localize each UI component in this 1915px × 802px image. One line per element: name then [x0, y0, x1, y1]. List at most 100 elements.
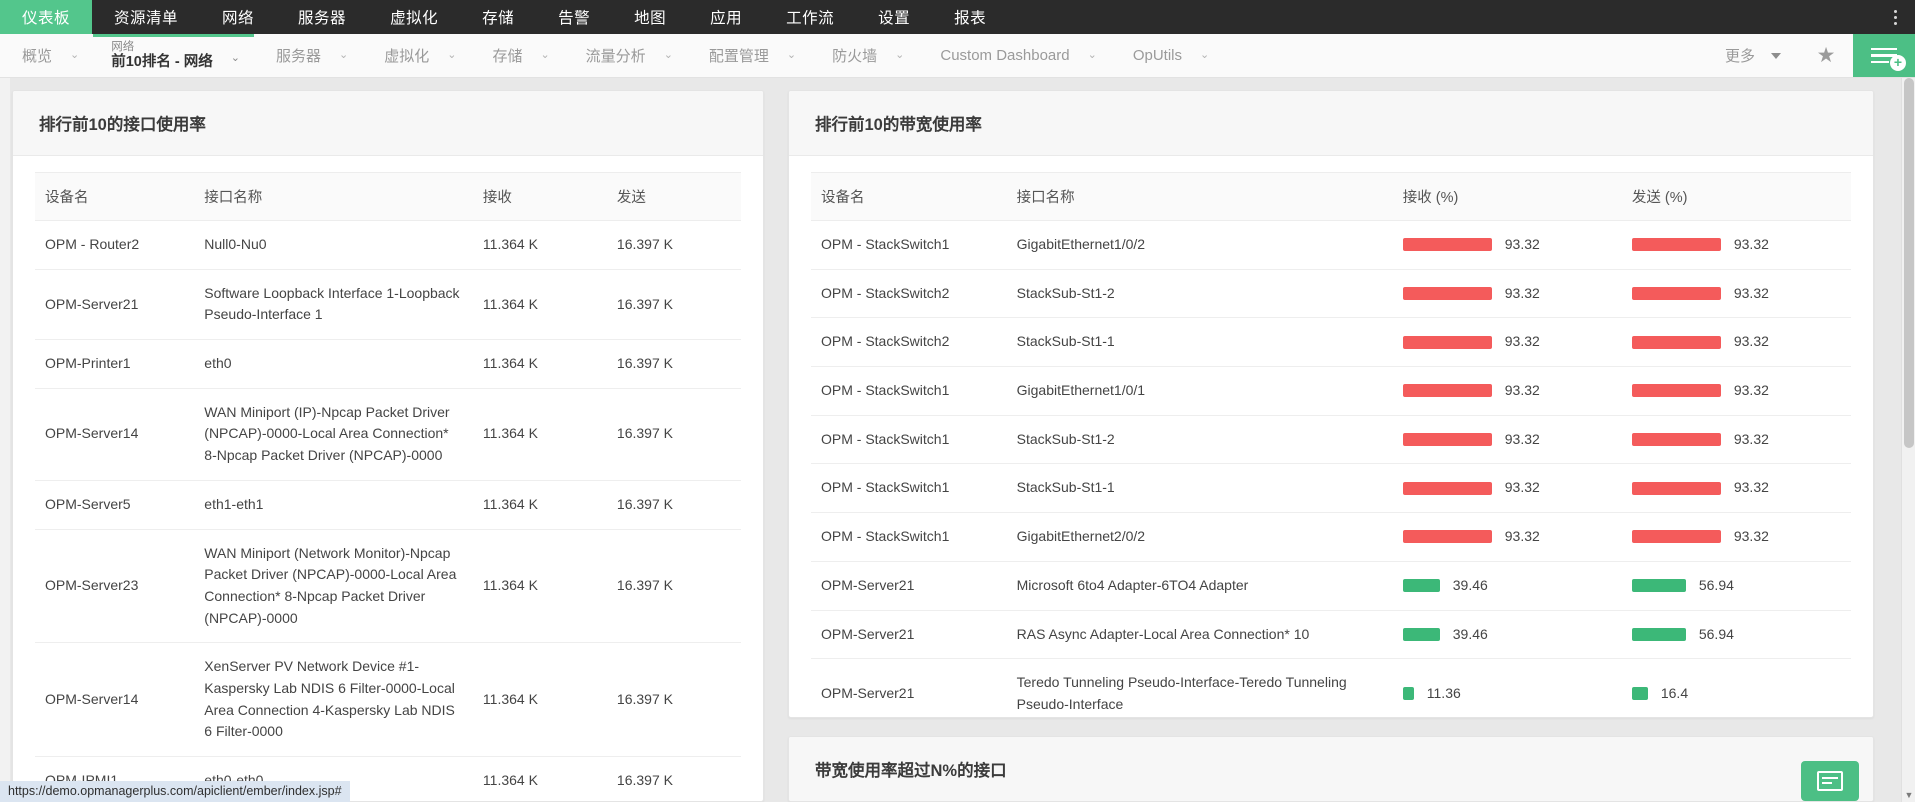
topnav-item-5[interactable]: 存储	[460, 0, 536, 34]
topnav-item-11[interactable]: 报表	[932, 0, 1008, 34]
table-body-right: OPM - StackSwitch1 GigabitEthernet1/0/2 93…	[811, 220, 1851, 718]
subnav-item-7[interactable]: Custom Dashboard ⌄	[918, 34, 1110, 77]
tx-bar	[1631, 687, 1648, 701]
subnav-item-5[interactable]: 配置管理 ⌄	[687, 34, 810, 77]
table-row[interactable]: OPM-Server21 RAS Async Adapter-Local Area…	[811, 610, 1851, 660]
page-scrollbar[interactable]: ▲ ▼	[1901, 78, 1915, 802]
table-row[interactable]: OPM-Server21 Software Loopback Interface …	[35, 269, 741, 341]
subnav-spacer	[1223, 34, 1707, 77]
subnav-item-overview[interactable]: 概览 ⌄	[0, 34, 93, 77]
percent-value: 11.36	[1426, 685, 1461, 702]
topnav-item-7[interactable]: 地图	[612, 0, 688, 34]
topnav-item-3[interactable]: 服务器	[276, 0, 368, 34]
percent-cell: 93.32	[1631, 429, 1841, 451]
chevron-down-icon: ⌄	[230, 52, 240, 64]
cell-rx-percent: 11.36	[1393, 659, 1622, 717]
percent-cell: 11.36	[1402, 683, 1612, 705]
column-header-device[interactable]: 设备名	[35, 172, 195, 221]
add-widget-button[interactable]: +	[1853, 34, 1915, 77]
scrollbar-thumb[interactable]	[1904, 78, 1914, 448]
scroll-down-arrow-icon[interactable]: ▼	[1902, 788, 1915, 802]
column-header-rx[interactable]: 接收	[472, 172, 607, 221]
subnav-item-2[interactable]: 虚拟化 ⌄	[362, 34, 470, 77]
table-row[interactable]: OPM-Server14 WAN Miniport (IP)-Npcap Pack…	[35, 388, 741, 481]
cell-rx-percent: 93.32	[1392, 317, 1622, 368]
chevron-down-icon: ⌄	[895, 49, 905, 61]
breadcrumb: 网络	[111, 41, 135, 53]
tx-bar	[1631, 287, 1721, 301]
favorite-star-icon[interactable]: ★	[1799, 34, 1853, 77]
table-row[interactable]: OPM - StackSwitch1 StackSub-St1-1 93.32 93.…	[811, 463, 1851, 514]
table-row[interactable]: OPM-Server5 eth1-eth1 11.364 K 16.397 K	[35, 480, 741, 530]
table-row[interactable]: OPM - StackSwitch1 StackSub-St1-2 93.32 93.…	[811, 415, 1851, 465]
percent-cell: 93.32	[1631, 234, 1841, 256]
chevron-down-icon: ⌄	[1087, 49, 1097, 61]
plus-badge-icon: +	[1890, 55, 1906, 71]
subnav-item-4[interactable]: 流量分析 ⌄	[564, 34, 687, 77]
percent-cell: 93.32	[1402, 380, 1612, 402]
table-row[interactable]: OPM - Router2 Null0-Nu0 11.364 K 16.397 K	[35, 220, 741, 270]
percent-value: 93.32	[1733, 333, 1769, 350]
cell-device: OPM - StackSwitch1	[811, 220, 1007, 270]
topnav-item-4[interactable]: 虚拟化	[368, 0, 460, 34]
column-header-rx-percent[interactable]: 接收 (%)	[1392, 172, 1622, 221]
column-header-device[interactable]: 设备名	[811, 172, 1007, 221]
cell-rx: 11.364 K	[472, 756, 607, 801]
card-bandwidth-over-threshold: 带宽使用率超过N%的接口	[788, 736, 1874, 802]
table-row[interactable]: OPM-Server14 XenServer PV Network Device …	[35, 642, 741, 757]
topnav-item-2[interactable]: 网络	[200, 0, 276, 34]
table-row[interactable]: OPM-Server21 Microsoft 6to4 Adapter-6TO4 …	[811, 561, 1851, 611]
column-header-interface[interactable]: 接口名称	[194, 172, 473, 221]
percent-value: 16.4	[1660, 685, 1689, 702]
percent-cell: 93.32	[1402, 283, 1612, 305]
subnav-item-3[interactable]: 存储 ⌄	[470, 34, 563, 77]
triangle-down-icon	[1771, 52, 1781, 59]
topnav-item-8[interactable]: 应用	[688, 0, 764, 34]
column-header-tx[interactable]: 发送	[606, 172, 741, 221]
topnav-item-0[interactable]: 仪表板	[0, 0, 93, 34]
tx-bar	[1631, 433, 1721, 447]
card-title-bottom: 带宽使用率超过N%的接口	[789, 737, 1873, 802]
table-row[interactable]: OPM-Server23 WAN Miniport (Network Monito…	[35, 529, 741, 644]
more-vertical-icon[interactable]	[1881, 0, 1909, 34]
table-row[interactable]: OPM - StackSwitch2 StackSub-St1-2 93.32 93.…	[811, 269, 1851, 319]
cell-device: OPM-Server21	[811, 610, 1007, 660]
topnav-item-1[interactable]: 资源清单	[92, 0, 200, 34]
cell-interface: Teredo Tunneling Pseudo-Interface-Teredo…	[1016, 674, 1347, 712]
column-header-interface[interactable]: 接口名称	[1006, 172, 1393, 221]
cell-interface: Software Loopback Interface 1-Loopback P…	[194, 269, 473, 341]
table-row[interactable]: OPM-Server21 Teredo Tunneling Pseudo-Inte…	[811, 659, 1851, 717]
percent-value: 56.94	[1698, 576, 1734, 593]
tx-bar	[1631, 384, 1721, 398]
cell-tx: 16.397 K	[606, 642, 741, 757]
topnav-item-10[interactable]: 设置	[856, 0, 932, 34]
cell-tx-percent: 93.32	[1621, 220, 1851, 270]
table-row[interactable]: OPM - StackSwitch1 GigabitEthernet1/0/1 93…	[811, 366, 1851, 416]
cell-device: OPM - StackSwitch2	[811, 269, 1007, 319]
cell-tx: 16.397 K	[606, 220, 741, 270]
cell-rx-percent: 39.46	[1392, 610, 1622, 660]
subnav-item-1[interactable]: 服务器 ⌄	[254, 34, 362, 77]
rx-bar	[1402, 627, 1440, 641]
table-row[interactable]: OPM - StackSwitch1 GigabitEthernet2/0/2 93…	[811, 512, 1851, 562]
percent-value: 39.46	[1452, 625, 1488, 642]
table-row[interactable]: OPM - StackSwitch2 StackSub-St1-1 93.32 93.…	[811, 317, 1851, 368]
topnav-item-9[interactable]: 工作流	[764, 0, 856, 34]
rx-bar	[1402, 433, 1492, 447]
table-row[interactable]: OPM - StackSwitch1 GigabitEthernet1/0/2 93…	[811, 220, 1851, 270]
percent-cell: 39.46	[1402, 575, 1612, 597]
list-widget-icon[interactable]	[1801, 761, 1859, 801]
table-row[interactable]: OPM-Printer1 eth0 11.364 K 16.397 K	[35, 339, 741, 389]
subnav-item-6[interactable]: 防火墙 ⌄	[810, 34, 918, 77]
cell-rx: 11.364 K	[472, 269, 607, 341]
subnav-item-top10-network[interactable]: 网络 前10排名 - 网络 ⌄	[93, 34, 254, 77]
topnav-item-6[interactable]: 告警	[536, 0, 612, 34]
column-header-tx-percent[interactable]: 发送 (%)	[1621, 172, 1851, 221]
rx-bar	[1402, 287, 1492, 301]
subnav-item-8[interactable]: OpUtils ⌄	[1111, 34, 1223, 77]
cell-rx: 11.364 K	[472, 480, 607, 530]
cell-rx: 11.364 K	[472, 529, 607, 644]
tx-bar	[1631, 238, 1721, 252]
cell-interface: GigabitEthernet1/0/1	[1006, 366, 1393, 416]
more-menu-button[interactable]: 更多	[1707, 34, 1799, 77]
